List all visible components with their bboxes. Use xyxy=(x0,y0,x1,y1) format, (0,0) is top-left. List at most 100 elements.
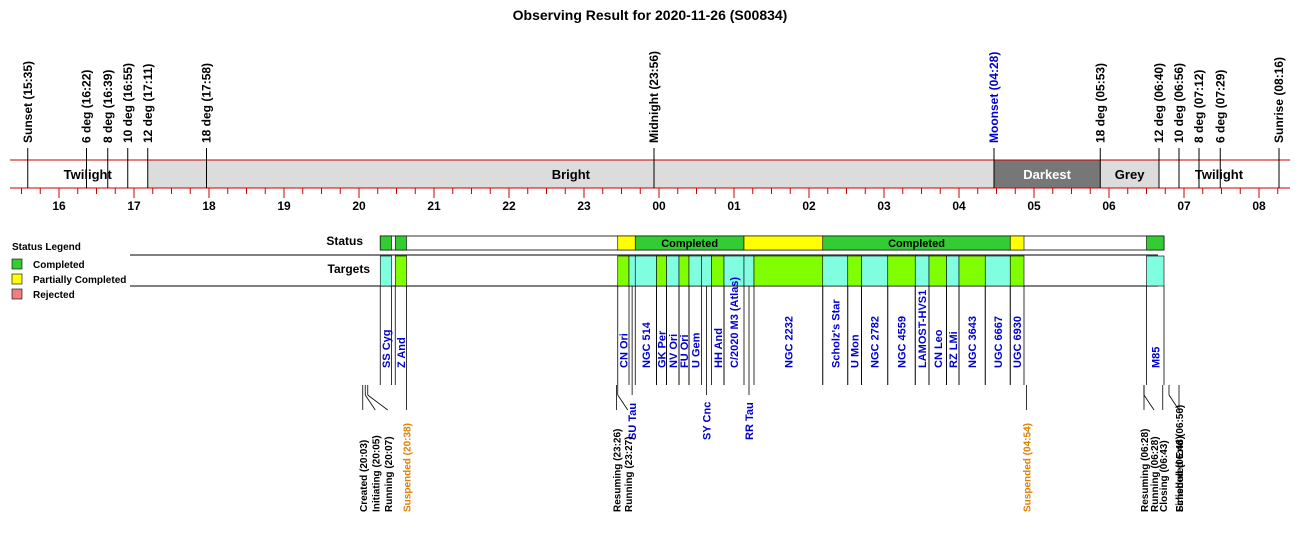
system-event-label: Resuming (23:26) xyxy=(613,429,624,512)
sky-event-label: Midnight (23:56) xyxy=(647,51,661,143)
axis-tick-label: 06 xyxy=(1102,199,1116,213)
system-event-label: Suspended (20:38) xyxy=(403,423,414,512)
status-segment-label: Completed xyxy=(661,238,718,250)
target-bar xyxy=(1009,255,1025,287)
target-label: UGC 6930 xyxy=(1012,316,1024,368)
sky-event-label: Moonset (04:28) xyxy=(987,52,1001,143)
target-bar xyxy=(914,255,930,287)
sky-band-label: Grey xyxy=(1115,167,1145,182)
legend-item-label: Completed xyxy=(33,260,85,271)
legend-item-label: Rejected xyxy=(33,290,75,301)
targets-row-label: Targets xyxy=(328,262,371,276)
sky-band-label: Darkest xyxy=(1023,167,1071,182)
sky-band-label: Bright xyxy=(552,167,591,182)
axis-tick-label: 00 xyxy=(652,199,666,213)
axis-tick-label: 18 xyxy=(202,199,216,213)
target-bar xyxy=(847,255,862,287)
sky-event-label: 6 deg (07:29) xyxy=(1213,70,1227,143)
axis-tick-label: 16 xyxy=(52,199,66,213)
sky-event-label: 8 deg (16:39) xyxy=(101,70,115,143)
system-event-markers: Created (20:03) Initiating (20:05) Running… xyxy=(359,385,1186,512)
target-label: SY Cnc xyxy=(702,402,714,440)
target-label: NGC 2232 xyxy=(783,316,795,368)
status-row-label: Status xyxy=(326,234,363,248)
target-bar xyxy=(678,255,690,287)
sky-event-label: 10 deg (16:55) xyxy=(121,63,135,143)
axis-tick-label: 01 xyxy=(727,199,741,213)
target-bar xyxy=(984,255,1011,287)
target-label: RR Tau xyxy=(744,402,756,440)
sky-event-label: Sunrise (08:16) xyxy=(1272,57,1286,143)
status-segment xyxy=(617,235,636,251)
system-event-label: Closing (06:43) xyxy=(1159,440,1170,512)
target-label: NGC 3643 xyxy=(967,316,979,368)
target-bar xyxy=(656,255,667,287)
axis-tick-label: 07 xyxy=(1177,199,1191,213)
target-bar xyxy=(701,255,712,287)
target-label: SU Tau xyxy=(627,403,639,440)
target-bar xyxy=(711,255,725,287)
legend-swatch xyxy=(11,273,23,285)
target-bar xyxy=(946,255,960,287)
sky-event-label: 18 deg (17:58) xyxy=(200,63,214,143)
sky-band-label: Twilight xyxy=(1195,167,1244,182)
target-label: NV Ori xyxy=(668,334,680,368)
target-label: RZ LMi xyxy=(948,331,960,368)
target-label: U Gem xyxy=(690,332,702,368)
axis-tick-label: 23 xyxy=(577,199,591,213)
system-event-label: Created (20:03) xyxy=(359,440,370,512)
observing-timeline-chart: Observing Result for 2020-11-26 (S00834)… xyxy=(10,7,1290,512)
legend-swatch xyxy=(11,288,23,300)
sky-event-label: Sunset (15:35) xyxy=(21,61,35,143)
target-label: C/2020 M3 (Atlas) xyxy=(729,277,741,368)
system-event-leader xyxy=(617,394,629,411)
status-segment-label: Completed xyxy=(888,238,945,250)
target-bar xyxy=(666,255,680,287)
target-bar xyxy=(634,255,657,287)
status-segment xyxy=(743,235,824,251)
system-event-leader xyxy=(1143,394,1155,411)
target-label: NGC 2782 xyxy=(870,316,882,368)
target-label: Scholz's Star xyxy=(830,299,842,368)
target-bar xyxy=(928,255,947,287)
target-label: LAMOST-HVS1 xyxy=(917,290,929,368)
target-bar xyxy=(628,255,636,287)
target-label: U Mon xyxy=(850,334,862,368)
target-label: HH And xyxy=(713,328,725,368)
sky-event-label: 18 deg (05:53) xyxy=(1093,63,1107,143)
sky-band-label: Twilight xyxy=(64,167,113,182)
target-label: CN Leo xyxy=(933,329,945,368)
status-segment xyxy=(1146,235,1165,251)
sky-event-label: 6 deg (16:22) xyxy=(80,70,94,143)
target-label: Z And xyxy=(396,337,408,368)
target-bar xyxy=(822,255,849,287)
legend-title: Status Legend xyxy=(12,242,81,253)
system-event-leader xyxy=(367,394,388,411)
axis-tick-label: 21 xyxy=(427,199,441,213)
status-segment xyxy=(379,235,392,251)
axis-tick-label: 22 xyxy=(502,199,516,213)
sky-event-label: 8 deg (07:12) xyxy=(1192,70,1206,143)
target-label: NGC 4559 xyxy=(897,316,909,368)
axis-tick-label: 08 xyxy=(1252,199,1266,213)
target-bar xyxy=(688,255,702,287)
axis-tick-label: 03 xyxy=(877,199,891,213)
legend-item-label: Partially Completed xyxy=(33,275,126,286)
axis-tick-label: 19 xyxy=(277,199,291,213)
system-event-label: Running (23:27) xyxy=(624,436,635,512)
legend-swatch xyxy=(11,258,23,270)
target-bar xyxy=(861,255,889,287)
target-bar xyxy=(379,255,392,287)
axis-tick-label: 04 xyxy=(952,199,966,213)
target-label: SS Cyg xyxy=(381,329,393,368)
chart-title: Observing Result for 2020-11-26 (S00834) xyxy=(513,7,788,23)
sky-event-label: 12 deg (17:11) xyxy=(141,64,155,143)
status-segment xyxy=(394,235,407,251)
sky-event-label: 10 deg (06:56) xyxy=(1172,63,1186,143)
system-event-label: Suspended (04:54) xyxy=(1023,423,1034,512)
status-legend: Status Legend Completed Partially Complete… xyxy=(11,242,126,301)
axis-tick-label: 17 xyxy=(127,199,141,213)
status-target-rows: Status Targets Completed Completed xyxy=(130,234,1165,287)
sky-event-label: 12 deg (06:40) xyxy=(1152,63,1166,143)
target-bar xyxy=(743,255,755,287)
